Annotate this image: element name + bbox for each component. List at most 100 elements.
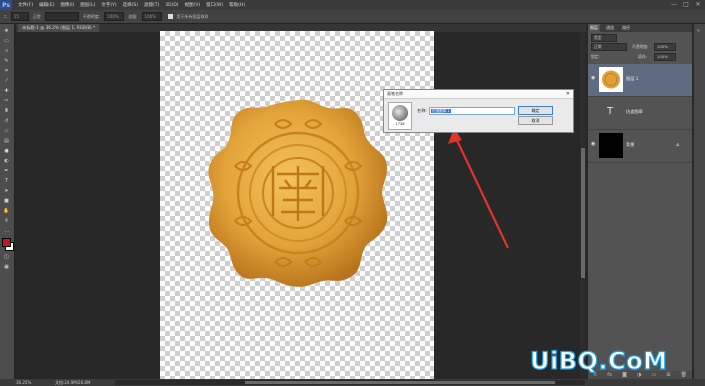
layers-panel: 图层 通道 路径 类型 正常 不透明度: 100% 锁定: 填充: 100% ◉…: [588, 24, 692, 379]
opacity-input[interactable]: 100%: [104, 12, 125, 21]
screen-mode-icon[interactable]: ▣: [3, 264, 10, 270]
layer-row-layer-1[interactable]: ◉ 图层 1: [588, 64, 692, 97]
layer-name: 背景: [626, 142, 635, 147]
horizontal-scroll-thumb[interactable]: [245, 381, 555, 384]
tab-paths[interactable]: 路径: [620, 24, 632, 32]
minimize-button[interactable]: —: [670, 1, 678, 8]
menu-layer[interactable]: 图层(L): [80, 2, 95, 8]
menu-help[interactable]: 帮助(H): [229, 2, 245, 8]
layer-name: 图层 1: [626, 76, 639, 81]
horizontal-scrollbar[interactable]: [115, 380, 585, 385]
text-layer-icon: T: [607, 106, 614, 117]
menu-filter[interactable]: 滤镜(T): [144, 2, 159, 8]
history-brush-tool-icon[interactable]: ↺: [3, 118, 10, 124]
panel-collapse-icon[interactable]: »: [697, 28, 700, 34]
opacity-label: 不透明度:: [82, 13, 101, 19]
tools-panel: ✥ ▭ ↄ ✎ ⌗ ⁄ ✚ ✑ ♜ ↺ ▱ ▤ ● ◐ ✒ T ➤ ■ ✋ ⚲ …: [0, 24, 15, 379]
lock-row: 锁定: 填充: 100%: [588, 53, 692, 61]
visibility-eye-icon[interactable]: ◉: [591, 141, 597, 147]
dodge-tool-icon[interactable]: ◐: [3, 158, 10, 164]
quick-mask-icon[interactable]: ◫: [3, 254, 10, 260]
layer-row-background[interactable]: ◉ 背景 🔒︎: [588, 130, 692, 163]
crop-tool-icon[interactable]: ⌗: [3, 68, 10, 74]
brush-name-value: 仿造图章 1: [431, 109, 451, 113]
layer-row-text[interactable]: T 仿造图章: [588, 97, 692, 130]
more-tools-icon[interactable]: …: [3, 228, 10, 234]
brush-tool-icon[interactable]: ✑: [3, 98, 10, 104]
menu-view[interactable]: 视图(V): [185, 2, 201, 8]
menu-file[interactable]: 文件(F): [18, 2, 33, 8]
panel-tabs: 图层 通道 路径: [588, 24, 692, 32]
fill-input[interactable]: 100%: [654, 53, 676, 61]
name-label: 名称:: [417, 108, 427, 113]
brush-name-dialog: 画笔名称 ✕ 1738 名称: 仿造图章 1 确定 取消: [383, 89, 574, 133]
cancel-button[interactable]: 取消: [518, 116, 553, 125]
layer-name: 仿造图章: [626, 109, 643, 114]
hand-tool-icon[interactable]: ✋: [3, 208, 10, 214]
lasso-tool-icon[interactable]: ↄ: [3, 48, 10, 54]
flow-input[interactable]: 100%: [141, 12, 162, 21]
brush-size-label: 1738: [395, 122, 405, 126]
quick-select-tool-icon[interactable]: ✎: [3, 58, 10, 64]
vertical-scroll-thumb[interactable]: [581, 148, 585, 278]
layer-thumbnail-background: [599, 133, 623, 158]
tab-channels[interactable]: 通道: [604, 24, 616, 32]
close-window-button[interactable]: ✕: [694, 1, 702, 8]
heal-tool-icon[interactable]: ✚: [3, 88, 10, 94]
zoom-level[interactable]: 36.25%: [16, 379, 31, 386]
brush-preview: 1738: [388, 102, 412, 130]
gradient-tool-icon[interactable]: ▤: [3, 138, 10, 144]
document-info: 文档:24.9M/26.8M: [55, 380, 91, 385]
status-bar: 36.25% 文档:24.9M/26.8M: [0, 379, 705, 386]
move-tool-icon[interactable]: ✥: [3, 28, 10, 34]
shape-tool-icon[interactable]: ■: [3, 198, 10, 204]
photoshop-logo: Ps: [0, 0, 12, 10]
menu-type[interactable]: 文字(Y): [101, 2, 116, 8]
panel-icon-rail: »: [693, 24, 705, 379]
flow-label: 流量:: [128, 13, 138, 19]
maximize-button[interactable]: □: [682, 1, 690, 8]
panel-opacity-input[interactable]: 100%: [654, 43, 676, 51]
dialog-title: 画笔名称: [384, 90, 573, 99]
brush-name-input[interactable]: 仿造图章 1: [429, 107, 515, 115]
blend-row: 正常 不透明度: 100%: [588, 43, 692, 51]
watermark-logo: UiBQ.CoM: [529, 346, 668, 375]
menu-edit[interactable]: 编辑(E): [39, 2, 54, 8]
vertical-scrollbar[interactable]: [580, 33, 586, 378]
mode-label: 正常: [32, 13, 41, 19]
marquee-tool-icon[interactable]: ▭: [3, 38, 10, 44]
menu-image[interactable]: 图像(I): [60, 2, 74, 8]
clone-stamp-tool-icon[interactable]: ⎍: [4, 14, 7, 19]
tab-layers[interactable]: 图层: [588, 24, 600, 32]
eraser-tool-icon[interactable]: ▱: [3, 128, 10, 134]
zoom-tool-icon[interactable]: ⚲: [3, 218, 10, 224]
layer-filter-row: 类型: [588, 34, 692, 42]
type-tool-icon[interactable]: T: [3, 178, 10, 184]
fill-label: 填充:: [638, 54, 647, 59]
layer-thumbnail-mooncake: [599, 67, 623, 92]
lock-icon: 🔒︎: [676, 142, 679, 148]
blur-tool-icon[interactable]: ●: [3, 148, 10, 154]
document-tab[interactable]: 未标题-1 @ 36.2% (图层 1, RGB/8) *: [18, 24, 100, 32]
panel-opacity-label: 不透明度:: [632, 44, 649, 49]
annotation-arrow: [448, 128, 509, 249]
eyedropper-tool-icon[interactable]: ⁄: [3, 78, 10, 84]
path-select-tool-icon[interactable]: ➤: [3, 188, 10, 194]
mooncake-image: [208, 99, 388, 287]
ok-button[interactable]: 确定: [518, 106, 553, 115]
menu-window[interactable]: 窗口(W): [206, 2, 223, 8]
menu-3d[interactable]: 3D(D): [165, 3, 178, 8]
sample-all-layers-checkbox[interactable]: [167, 14, 173, 19]
brush-preset-picker[interactable]: 15: [10, 12, 29, 21]
blend-mode-select[interactable]: 正常: [591, 43, 627, 51]
dialog-close-icon[interactable]: ✕: [566, 90, 570, 98]
lock-label: 锁定:: [591, 54, 600, 59]
foreground-color-swatch[interactable]: [2, 238, 11, 247]
layer-filter-select[interactable]: 类型: [591, 34, 617, 42]
visibility-eye-icon[interactable]: ◉: [591, 75, 597, 81]
menu-select[interactable]: 选择(S): [123, 2, 138, 8]
mode-select[interactable]: [44, 12, 79, 21]
pen-tool-icon[interactable]: ✒: [3, 168, 10, 174]
clone-stamp-tool-icon[interactable]: ♜: [3, 108, 10, 114]
sample-all-layers-label: 用于所有图层取样: [176, 13, 209, 19]
